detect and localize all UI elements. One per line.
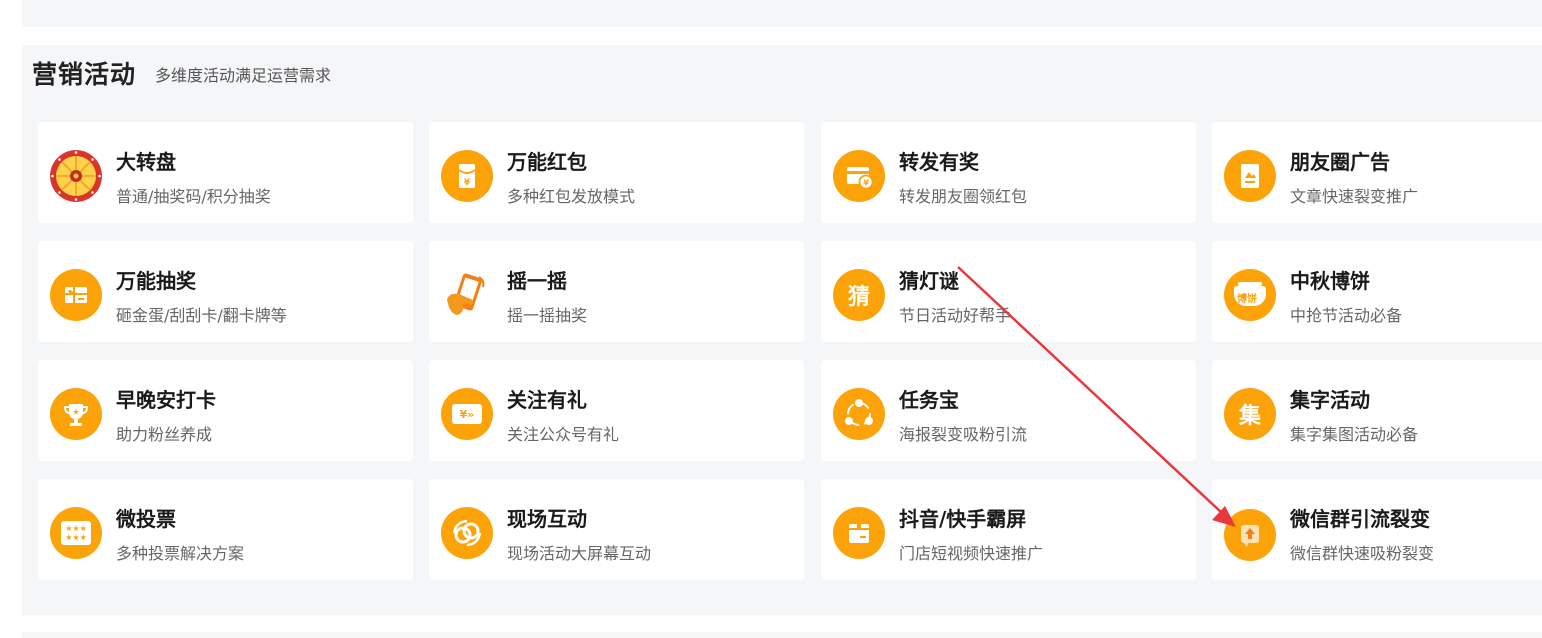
card-desc: 现场活动大屏幕互动 <box>507 544 652 563</box>
card-title: 微投票 <box>116 507 176 531</box>
card-desc: 微信群快速吸粉裂变 <box>1290 544 1435 563</box>
card-title: 猜灯谜 <box>899 269 959 293</box>
card-follow-gift[interactable]: ¥» 关注有礼 关注公众号有礼 <box>429 360 804 461</box>
top-section-strip <box>22 0 1542 27</box>
guess-char-icon: 猜 <box>833 269 885 321</box>
prize-wheel-icon <box>50 150 102 202</box>
hand-phone-icon <box>441 269 493 321</box>
card-desc: 摇一摇抽奖 <box>507 306 588 325</box>
marketing-section: 营销活动 多维度活动满足运营需求 大转盘 普通/抽奖码/积分抽奖 ¥ 万能红包 … <box>22 45 1542 615</box>
card-live-interaction[interactable]: 现场互动 现场活动大屏幕互动 <box>429 479 804 580</box>
coupon-glyph: ¥» <box>459 407 475 421</box>
card-desc: 多种红包发放模式 <box>507 187 636 206</box>
card-big-wheel[interactable]: 大转盘 普通/抽奖码/积分抽奖 <box>38 122 413 223</box>
collect-char-glyph: 集 <box>1238 404 1261 429</box>
vote-stars-glyph: ★★★ <box>65 524 87 533</box>
wallet-coin-icon: ¥ <box>833 150 885 202</box>
vote-stars-icon: ★★★ ★★★ <box>50 507 102 559</box>
card-desc: 海报裂变吸粉引流 <box>899 425 1028 444</box>
card-collect-chars[interactable]: 集 集字活动 集字集图活动必备 <box>1212 360 1542 461</box>
svg-text:¥: ¥ <box>464 178 471 188</box>
card-douyin-kuaishou[interactable]: 抖音/快手霸屏 门店短视频快速推广 <box>821 479 1196 580</box>
card-desc: 砸金蛋/刮刮卡/翻卡牌等 <box>116 306 287 325</box>
card-desc: 助力粉丝养成 <box>116 425 213 444</box>
card-vote[interactable]: ★★★ ★★★ 微投票 多种投票解决方案 <box>38 479 413 580</box>
card-universal-lottery[interactable]: 万能抽奖 砸金蛋/刮刮卡/翻卡牌等 <box>38 241 413 342</box>
vote-stars-glyph: ★★★ <box>65 533 87 542</box>
card-title: 万能红包 <box>507 150 587 174</box>
card-title: 转发有奖 <box>899 150 979 174</box>
card-desc: 中抢节活动必备 <box>1290 306 1403 325</box>
card-desc: 节日活动好帮手 <box>899 306 1012 325</box>
svg-text:¥: ¥ <box>863 179 869 188</box>
bottom-section-strip <box>22 632 1542 638</box>
card-title: 集字活动 <box>1290 388 1370 412</box>
card-title: 微信群引流裂变 <box>1290 507 1430 531</box>
card-wechat-group-fission[interactable]: 微信群引流裂变 微信群快速吸粉裂变 <box>1212 479 1542 580</box>
svg-text:★: ★ <box>72 408 79 417</box>
card-title: 关注有礼 <box>507 388 587 412</box>
card-checkin[interactable]: ★ 早晚安打卡 助力粉丝养成 <box>38 360 413 461</box>
coupon-icon: ¥» <box>441 388 493 440</box>
card-desc: 集字集图活动必备 <box>1290 425 1419 444</box>
card-title: 摇一摇 <box>507 269 567 293</box>
mooncake-bowl-icon: 博饼 <box>1224 269 1276 321</box>
card-title: 大转盘 <box>116 150 176 174</box>
card-share-reward[interactable]: ¥ 转发有奖 转发朋友圈领红包 <box>821 122 1196 223</box>
card-lantern-riddle[interactable]: 猜 猜灯谜 节日活动好帮手 <box>821 241 1196 342</box>
card-title: 早晚安打卡 <box>116 388 216 412</box>
section-title: 营销活动 <box>32 60 137 89</box>
card-mooncake[interactable]: 博饼 中秋博饼 中抢节活动必备 <box>1212 241 1542 342</box>
collect-char-icon: 集 <box>1224 388 1276 440</box>
section-subtitle: 多维度活动满足运营需求 <box>155 66 332 85</box>
card-title: 万能抽奖 <box>116 269 196 293</box>
card-title: 抖音/快手霸屏 <box>899 507 1027 531</box>
mooncake-glyph: 博饼 <box>1237 294 1257 305</box>
card-shake[interactable]: 摇一摇 摇一摇抽奖 <box>429 241 804 342</box>
upload-arrow-icon <box>1224 509 1276 561</box>
box-screen-icon <box>833 507 885 559</box>
guess-char-glyph: 猜 <box>847 285 870 310</box>
card-desc: 普通/抽奖码/积分抽奖 <box>116 187 271 206</box>
trophy-icon: ★ <box>50 388 102 440</box>
card-title: 现场互动 <box>507 507 587 531</box>
link-rings-icon <box>441 507 493 559</box>
card-desc: 多种投票解决方案 <box>116 544 245 563</box>
card-task-treasure[interactable]: 任务宝 海报裂变吸粉引流 <box>821 360 1196 461</box>
gift-card-icon <box>50 269 102 321</box>
card-red-packet[interactable]: ¥ 万能红包 多种红包发放模式 <box>429 122 804 223</box>
card-moments-ad[interactable]: 朋友圈广告 文章快速裂变推广 <box>1212 122 1542 223</box>
card-title: 任务宝 <box>899 388 959 412</box>
red-packet-icon: ¥ <box>441 150 493 202</box>
poster-icon <box>1224 150 1276 202</box>
card-title: 中秋博饼 <box>1290 269 1370 293</box>
card-desc: 转发朋友圈领红包 <box>899 187 1028 206</box>
card-desc: 门店短视频快速推广 <box>899 544 1044 563</box>
card-title: 朋友圈广告 <box>1290 150 1390 174</box>
share-nodes-icon <box>833 388 885 440</box>
card-desc: 文章快速裂变推广 <box>1290 187 1419 206</box>
card-desc: 关注公众号有礼 <box>507 425 620 444</box>
